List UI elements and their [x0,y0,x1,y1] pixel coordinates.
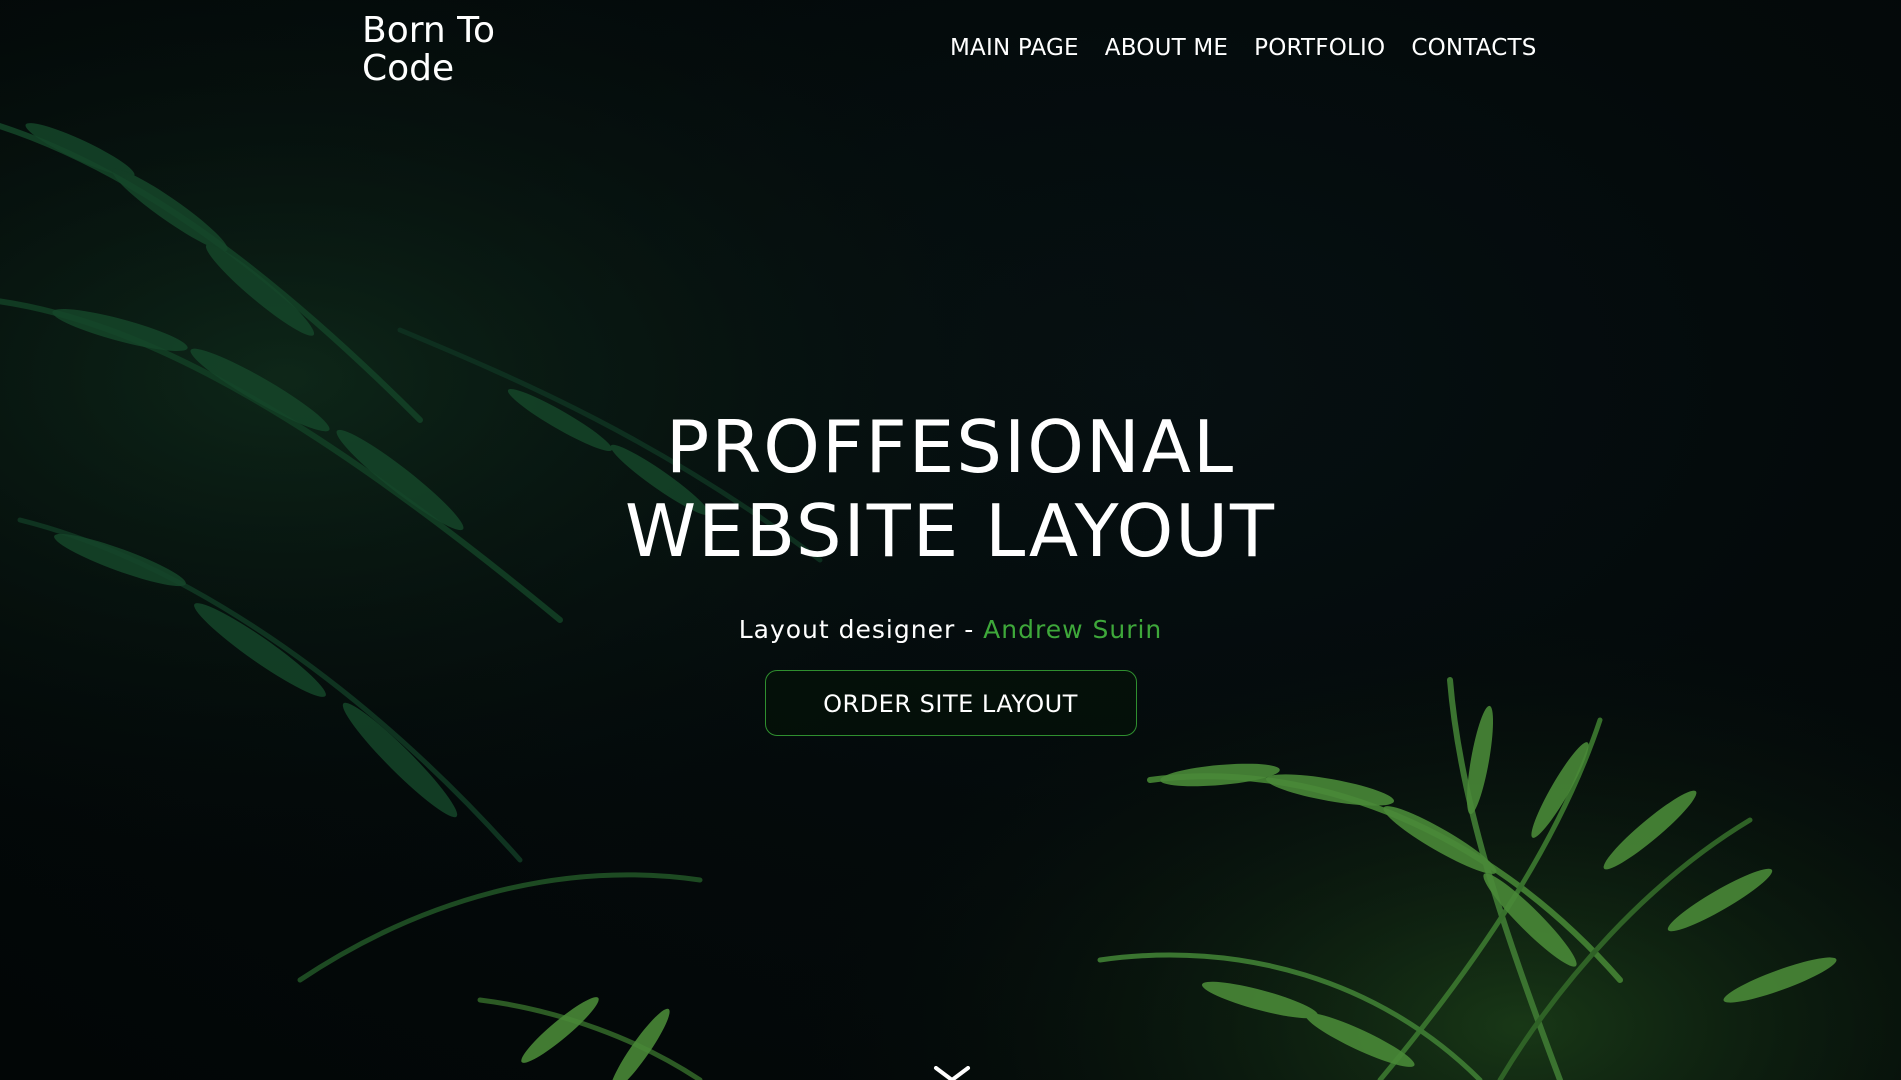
site-logo[interactable]: Born To Code [362,12,562,88]
logo-line-1: Born To [362,10,496,51]
hero-title-line-1: PROFFESIONAL [665,405,1236,489]
order-site-layout-button[interactable]: ORDER SITE LAYOUT [764,670,1137,736]
logo-line-2: Code [362,48,455,89]
hero-section: PROFFESIONAL WEBSITE LAYOUT Layout desig… [0,405,1901,736]
site-header: Born To Code MAIN PAGE ABOUT ME PORTFOLI… [0,0,1901,100]
nav-link-contacts[interactable]: CONTACTS [1411,35,1536,61]
hero-title-line-2: WEBSITE LAYOUT [625,489,1276,573]
subtitle-role: Layout designer - [738,615,984,644]
subtitle-author-name: Andrew Surin [983,615,1163,644]
main-nav: MAIN PAGE ABOUT ME PORTFOLIO CONTACTS [950,35,1537,61]
page: Born To Code MAIN PAGE ABOUT ME PORTFOLI… [0,0,1901,1080]
nav-link-portfolio[interactable]: PORTFOLIO [1254,35,1385,61]
hero-title: PROFFESIONAL WEBSITE LAYOUT [0,405,1901,573]
nav-link-main-page[interactable]: MAIN PAGE [950,35,1079,61]
nav-link-about-me[interactable]: ABOUT ME [1105,35,1228,61]
hero-subtitle: Layout designer - Andrew Surin [0,615,1901,644]
chevron-down-icon[interactable] [932,1066,972,1080]
